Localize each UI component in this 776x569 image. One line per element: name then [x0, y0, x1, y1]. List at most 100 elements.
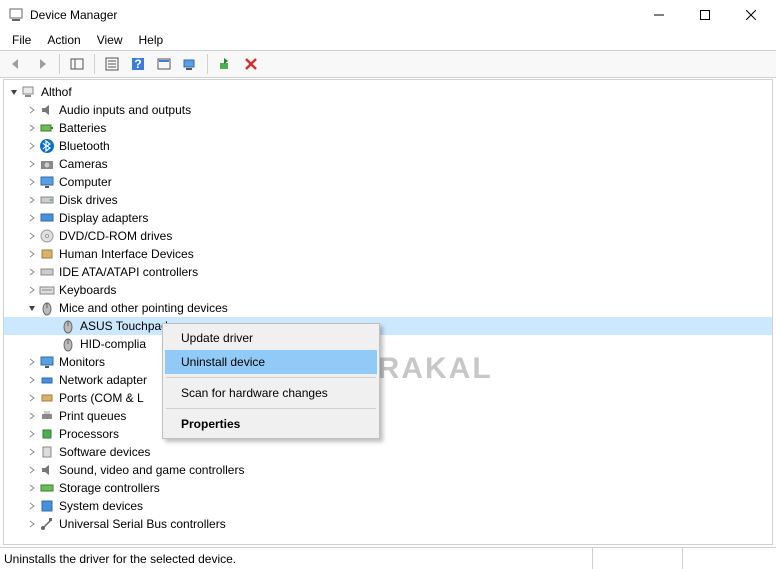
chevron-right-icon[interactable]	[26, 176, 38, 188]
chevron-right-icon[interactable]	[26, 104, 38, 116]
drive-icon	[39, 192, 55, 208]
category-label: IDE ATA/ATAPI controllers	[59, 265, 198, 279]
ctx-uninstall-device[interactable]: Uninstall device	[165, 350, 377, 374]
minimize-button[interactable]	[636, 0, 682, 30]
menu-view[interactable]: View	[89, 31, 131, 49]
properties-button[interactable]	[100, 52, 124, 76]
ctx-update-driver[interactable]: Update driver	[165, 326, 377, 350]
chevron-down-icon[interactable]	[26, 302, 38, 314]
category-batteries[interactable]: Batteries	[4, 119, 772, 137]
device-tree[interactable]: Althof Audio inputs and outputs Batterie…	[3, 79, 773, 545]
cpu-icon	[39, 426, 55, 442]
tree-root-label: Althof	[41, 85, 72, 99]
scan-hardware-button[interactable]	[178, 52, 202, 76]
category-ports[interactable]: Ports (COM & L	[4, 389, 772, 407]
show-hide-tree-button[interactable]	[65, 52, 89, 76]
chevron-right-icon[interactable]	[26, 158, 38, 170]
update-driver-button[interactable]	[213, 52, 237, 76]
chevron-right-icon[interactable]	[26, 428, 38, 440]
category-label: Sound, video and game controllers	[59, 463, 244, 477]
category-network[interactable]: Network adapter	[4, 371, 772, 389]
category-label: Mice and other pointing devices	[59, 301, 228, 315]
chevron-right-icon[interactable]	[26, 374, 38, 386]
app-icon	[8, 7, 24, 23]
back-button[interactable]	[4, 52, 28, 76]
chevron-right-icon[interactable]	[26, 212, 38, 224]
category-label: System devices	[59, 499, 143, 513]
category-dvd[interactable]: DVD/CD-ROM drives	[4, 227, 772, 245]
mouse-icon	[39, 300, 55, 316]
battery-icon	[39, 120, 55, 136]
chevron-right-icon[interactable]	[26, 194, 38, 206]
category-label: Batteries	[59, 121, 106, 135]
category-mice[interactable]: Mice and other pointing devices	[4, 299, 772, 317]
category-label: Bluetooth	[59, 139, 110, 153]
uninstall-button[interactable]	[239, 52, 263, 76]
category-display[interactable]: Display adapters	[4, 209, 772, 227]
category-label: Processors	[59, 427, 119, 441]
category-hid[interactable]: Human Interface Devices	[4, 245, 772, 263]
toolbar-separator	[59, 54, 60, 74]
category-ide[interactable]: IDE ATA/ATAPI controllers	[4, 263, 772, 281]
category-storage[interactable]: Storage controllers	[4, 479, 772, 497]
category-system[interactable]: System devices	[4, 497, 772, 515]
chevron-right-icon[interactable]	[26, 446, 38, 458]
menu-action[interactable]: Action	[39, 31, 88, 49]
chevron-right-icon[interactable]	[26, 482, 38, 494]
maximize-button[interactable]	[682, 0, 728, 30]
mouse-icon	[60, 318, 76, 334]
chevron-right-icon[interactable]	[26, 356, 38, 368]
chevron-down-icon[interactable]	[8, 86, 20, 98]
ctx-properties[interactable]: Properties	[165, 412, 377, 436]
category-label: Storage controllers	[59, 481, 160, 495]
ctx-scan-hardware[interactable]: Scan for hardware changes	[165, 381, 377, 405]
chevron-right-icon[interactable]	[26, 248, 38, 260]
category-software[interactable]: Software devices	[4, 443, 772, 461]
close-button[interactable]	[728, 0, 774, 30]
menu-bar: File Action View Help	[0, 30, 776, 50]
bluetooth-icon	[39, 138, 55, 154]
forward-button[interactable]	[30, 52, 54, 76]
category-disk[interactable]: Disk drives	[4, 191, 772, 209]
category-label: Monitors	[59, 355, 105, 369]
help-button[interactable]: ?	[126, 52, 150, 76]
category-processors[interactable]: Processors	[4, 425, 772, 443]
chevron-right-icon[interactable]	[26, 266, 38, 278]
chevron-right-icon[interactable]	[26, 392, 38, 404]
speaker-icon	[39, 102, 55, 118]
chevron-right-icon[interactable]	[26, 518, 38, 530]
category-cameras[interactable]: Cameras	[4, 155, 772, 173]
title-bar: Device Manager	[0, 0, 776, 30]
display-adapter-icon	[39, 210, 55, 226]
category-monitors[interactable]: Monitors	[4, 353, 772, 371]
category-computer[interactable]: Computer	[4, 173, 772, 191]
chevron-right-icon[interactable]	[26, 500, 38, 512]
category-label: Ports (COM & L	[59, 391, 144, 405]
context-menu: Update driver Uninstall device Scan for …	[162, 323, 380, 439]
action-button[interactable]	[152, 52, 176, 76]
usb-icon	[39, 516, 55, 532]
category-label: Software devices	[59, 445, 150, 459]
toolbar-separator	[94, 54, 95, 74]
category-keyboards[interactable]: Keyboards	[4, 281, 772, 299]
svg-text:?: ?	[134, 57, 141, 71]
category-print[interactable]: Print queues	[4, 407, 772, 425]
category-bluetooth[interactable]: Bluetooth	[4, 137, 772, 155]
menu-help[interactable]: Help	[131, 31, 172, 49]
storage-icon	[39, 480, 55, 496]
category-label: Universal Serial Bus controllers	[59, 517, 226, 531]
chevron-right-icon[interactable]	[26, 230, 38, 242]
menu-file[interactable]: File	[4, 31, 39, 49]
category-label: Keyboards	[59, 283, 116, 297]
chevron-right-icon[interactable]	[26, 284, 38, 296]
device-hid-mouse[interactable]: HID-complia	[4, 335, 772, 353]
chevron-right-icon[interactable]	[26, 410, 38, 422]
chevron-right-icon[interactable]	[26, 464, 38, 476]
category-usb[interactable]: Universal Serial Bus controllers	[4, 515, 772, 533]
chevron-right-icon[interactable]	[26, 140, 38, 152]
category-sound[interactable]: Sound, video and game controllers	[4, 461, 772, 479]
tree-root[interactable]: Althof	[4, 83, 772, 101]
category-audio[interactable]: Audio inputs and outputs	[4, 101, 772, 119]
device-asus-touchpad[interactable]: ASUS Touchpad	[4, 317, 772, 335]
chevron-right-icon[interactable]	[26, 122, 38, 134]
